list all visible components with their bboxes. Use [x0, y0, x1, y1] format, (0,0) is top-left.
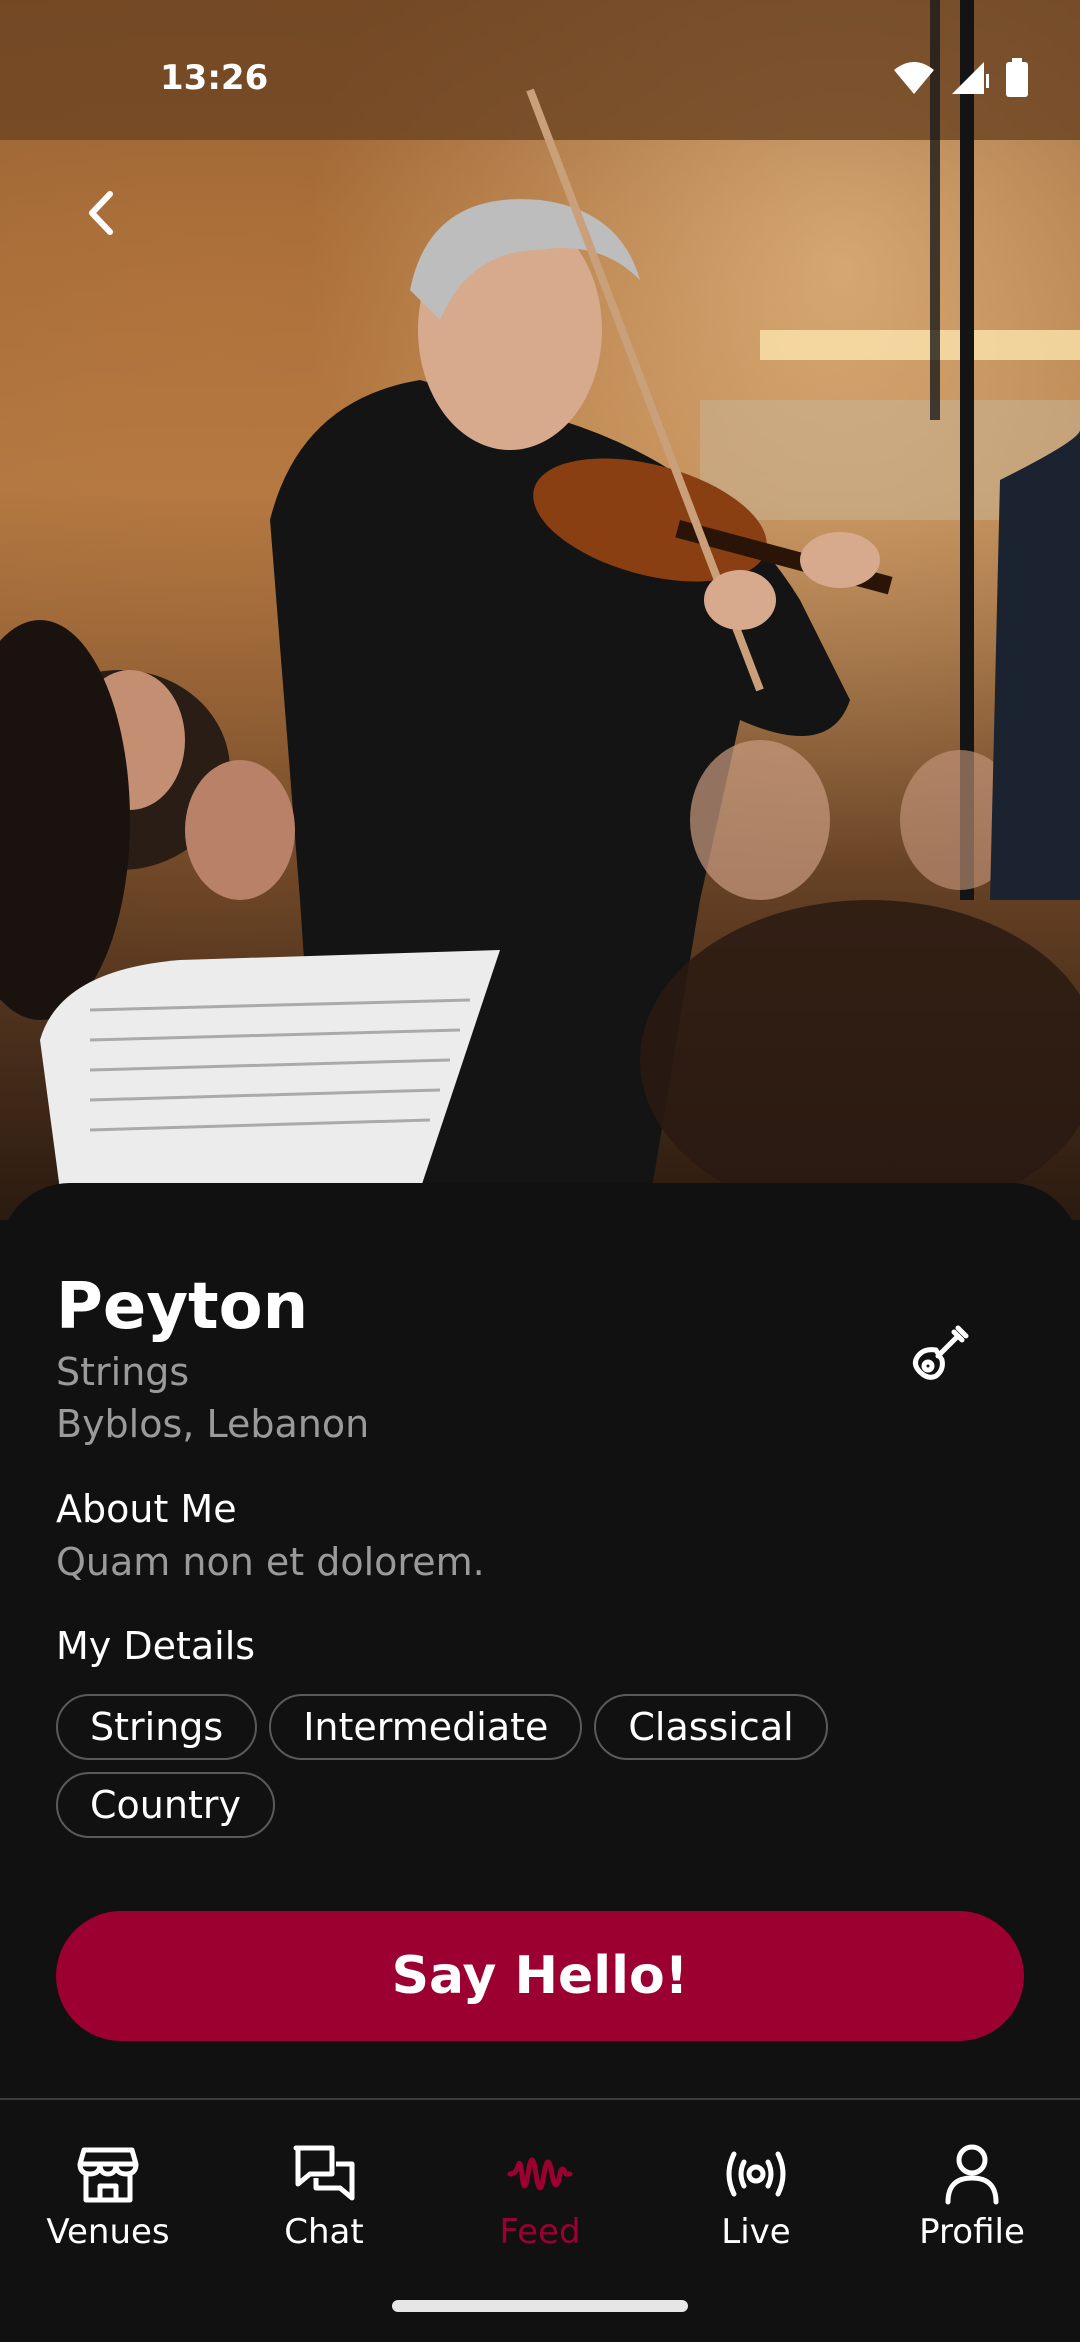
nav-feed[interactable]: Feed — [450, 2140, 630, 2252]
waveform-icon — [507, 2157, 573, 2191]
nav-live[interactable]: Live — [666, 2140, 846, 2252]
guitar-icon — [912, 1325, 969, 1380]
nav-chat-label: Chat — [284, 2212, 364, 2252]
back-button[interactable] — [70, 180, 136, 246]
nav-venues[interactable]: Venues — [18, 2140, 198, 2252]
home-indicator[interactable] — [392, 2300, 688, 2312]
about-title: About Me — [56, 1487, 237, 1531]
chevron-left-icon — [89, 191, 113, 235]
hero-photo — [0, 0, 1080, 1220]
nav-feed-label: Feed — [499, 2212, 581, 2252]
nav-live-label: Live — [721, 2212, 791, 2252]
profile-location: Byblos, Lebanon — [56, 1402, 370, 1446]
nav-chat[interactable]: Chat — [234, 2140, 414, 2252]
chip-strings: Strings — [56, 1694, 258, 1760]
chip-intermediate: Intermediate — [269, 1694, 583, 1760]
status-icons — [892, 58, 1030, 98]
details-chips: Strings Intermediate Classical Country — [56, 1694, 1016, 1838]
battery-icon — [1006, 58, 1028, 97]
nav-profile[interactable]: Profile — [882, 2140, 1062, 2252]
violinist-illustration — [0, 0, 1080, 1220]
nav-profile-label: Profile — [919, 2212, 1025, 2252]
wifi-icon — [894, 62, 934, 94]
profile-name: Peyton — [56, 1270, 309, 1344]
status-time: 13:26 — [160, 58, 269, 98]
chat-icon — [293, 2145, 355, 2201]
nav-venues-label: Venues — [46, 2212, 170, 2252]
about-text: Quam non et dolorem. — [56, 1540, 485, 1584]
instrument-button[interactable] — [900, 1318, 976, 1394]
person-icon — [945, 2144, 999, 2205]
store-icon — [77, 2147, 139, 2203]
chip-country: Country — [56, 1772, 275, 1838]
chip-classical: Classical — [594, 1694, 828, 1760]
profile-instrument: Strings — [56, 1350, 190, 1394]
details-title: My Details — [56, 1624, 256, 1668]
broadcast-icon — [726, 2151, 786, 2197]
signal-icon — [952, 62, 989, 94]
say-hello-button[interactable]: Say Hello! — [56, 1911, 1024, 2041]
